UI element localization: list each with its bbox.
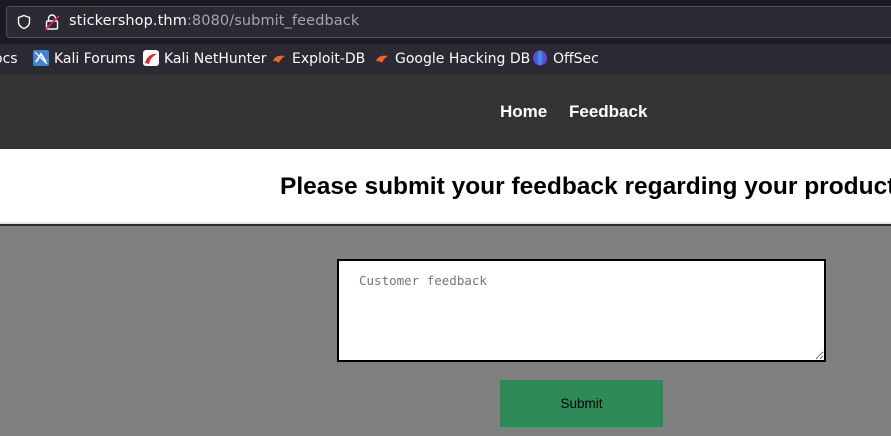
bookmark-label: Kali Forums xyxy=(54,51,136,67)
bookmark-label: OffSec xyxy=(553,51,599,67)
nav-feedback-link[interactable]: Feedback xyxy=(569,102,647,122)
address-bar[interactable]: stickershop.thm:8080/submit_feedback xyxy=(6,6,891,38)
browser-toolbar: stickershop.thm:8080/submit_feedback xyxy=(0,0,891,44)
kali-forums-icon xyxy=(33,50,49,66)
bookmark-kali-nethunter[interactable]: Kali NetHunter xyxy=(143,49,266,69)
url-host: stickershop.thm xyxy=(69,13,187,29)
google-hacking-db-icon xyxy=(376,55,388,63)
tracking-protection-shield-icon[interactable] xyxy=(16,14,32,30)
url-path: :8080/submit_feedback xyxy=(186,13,360,29)
site-navbar: Home Feedback xyxy=(0,74,891,149)
bookmark-google-hacking-db[interactable]: Google Hacking DB xyxy=(374,49,530,69)
submit-button[interactable]: Submit xyxy=(500,380,663,427)
page-header: Please submit your feedback regarding yo… xyxy=(0,149,891,224)
bookmark-offsec[interactable]: OffSec xyxy=(532,49,599,69)
offsec-icon xyxy=(533,50,547,66)
bookmark-label: Exploit-DB xyxy=(292,51,366,67)
bookmark-docs[interactable]: ocs xyxy=(0,49,18,69)
bookmark-exploit-db[interactable]: Exploit-DB xyxy=(271,49,365,69)
bookmark-label: Kali NetHunter xyxy=(164,51,267,67)
page-title: Please submit your feedback regarding yo… xyxy=(280,173,891,200)
customer-feedback-textarea[interactable] xyxy=(337,259,826,362)
bookmark-label: Google Hacking DB xyxy=(395,51,531,67)
bookmark-kali-forums[interactable]: Kali Forums xyxy=(33,49,135,69)
url-text[interactable]: stickershop.thm:8080/submit_feedback xyxy=(69,13,359,29)
bookmarks-toolbar: ocs Kali Forums Kali NetHunter Exploit-D… xyxy=(0,44,891,74)
exploit-db-icon xyxy=(273,55,285,63)
insecure-lock-icon[interactable] xyxy=(44,13,60,31)
bookmark-label: ocs xyxy=(0,51,18,67)
kali-nethunter-icon xyxy=(143,50,159,66)
nav-home-link[interactable]: Home xyxy=(500,102,547,122)
feedback-form-area: Submit xyxy=(0,226,891,436)
